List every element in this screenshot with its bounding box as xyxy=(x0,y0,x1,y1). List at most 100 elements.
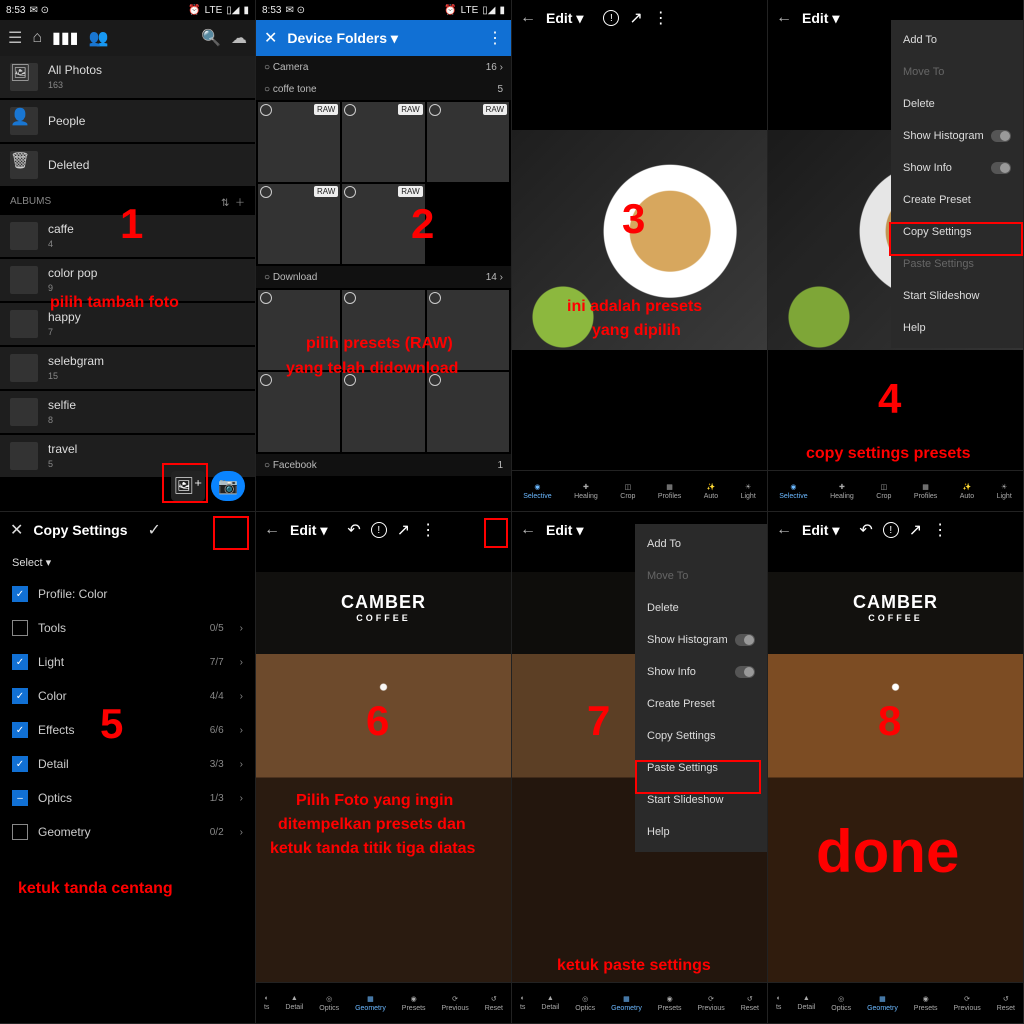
menu-delete[interactable]: Delete xyxy=(891,88,1023,120)
search-icon[interactable]: 🔍 xyxy=(201,28,221,48)
checkbox-on[interactable]: ✓ xyxy=(12,688,28,704)
setting-row[interactable]: ✓Effects6/6› xyxy=(0,713,255,747)
setting-row[interactable]: –Optics1/3› xyxy=(0,781,255,815)
checkbox-on[interactable]: ✓ xyxy=(12,586,28,602)
menu-show-histogram[interactable]: Show Histogram xyxy=(891,120,1023,152)
more-icon[interactable]: ⋮ xyxy=(487,28,503,48)
toggle-off[interactable] xyxy=(991,162,1011,174)
more-icon[interactable]: ⋮ xyxy=(932,520,948,540)
tool-selective[interactable]: ◉Selective xyxy=(523,483,551,500)
tool-effects[interactable]: ◐ts xyxy=(264,995,269,1011)
menu-show-info[interactable]: Show Info xyxy=(891,152,1023,184)
tool-detail[interactable]: ▲Detail xyxy=(541,995,559,1011)
menu-show-info[interactable]: Show Info xyxy=(635,656,767,688)
info-icon[interactable]: ! xyxy=(371,522,387,538)
home-icon[interactable]: ⌂ xyxy=(32,29,42,47)
tool-geometry[interactable]: ▦Geometry xyxy=(611,995,642,1012)
thumb[interactable] xyxy=(427,290,509,370)
tool-healing[interactable]: ✚Healing xyxy=(574,483,598,500)
checkbox-on[interactable]: ✓ xyxy=(12,654,28,670)
menu-help[interactable]: Help xyxy=(635,816,767,848)
menu-add-to[interactable]: Add To xyxy=(891,24,1023,56)
setting-row[interactable]: Geometry0/2› xyxy=(0,815,255,849)
all-photos-row[interactable]: 🖼 All Photos163 xyxy=(0,56,255,98)
menu-create-preset[interactable]: Create Preset xyxy=(635,688,767,720)
close-icon[interactable]: ✕ xyxy=(10,520,23,540)
picker-title[interactable]: Device Folders ▾ xyxy=(287,30,398,47)
menu-show-histogram[interactable]: Show Histogram xyxy=(635,624,767,656)
preview-image[interactable] xyxy=(256,572,511,983)
thumb[interactable]: RAW xyxy=(258,184,340,264)
toggle-off[interactable] xyxy=(991,130,1011,142)
tool-effects[interactable]: ◐ts xyxy=(520,995,525,1011)
toggle-off[interactable] xyxy=(735,634,755,646)
tool-profiles[interactable]: ▦Profiles xyxy=(914,483,937,500)
share-icon[interactable]: ↗ xyxy=(629,8,642,28)
thumb[interactable]: RAW xyxy=(258,102,340,182)
edit-title[interactable]: Edit ▾ xyxy=(802,10,839,27)
album-row[interactable]: selfie8 xyxy=(0,391,255,433)
thumb[interactable]: RAW xyxy=(427,102,509,182)
tool-light[interactable]: ☀Light xyxy=(741,483,756,500)
tool-effects[interactable]: ◐ts xyxy=(776,995,781,1011)
add-album-icon[interactable]: ＋ xyxy=(235,198,245,209)
folder-header[interactable]: ○ coffe tone5 xyxy=(256,78,511,100)
tool-geometry[interactable]: ▦Geometry xyxy=(355,995,386,1012)
setting-row[interactable]: ✓Color4/4› xyxy=(0,679,255,713)
folder-header[interactable]: ○ Camera16 › xyxy=(256,56,511,78)
back-icon[interactable]: ← xyxy=(520,9,536,27)
tool-auto[interactable]: ✨Auto xyxy=(704,483,718,500)
info-icon[interactable]: ! xyxy=(603,10,619,26)
menu-start-slideshow[interactable]: Start Slideshow xyxy=(891,280,1023,312)
edit-title[interactable]: Edit ▾ xyxy=(546,10,583,27)
checkbox-on[interactable]: ✓ xyxy=(12,756,28,772)
library-icon[interactable]: ▮▮▮ xyxy=(52,28,78,48)
info-icon[interactable]: ! xyxy=(883,522,899,538)
more-icon[interactable]: ⋮ xyxy=(653,8,669,28)
tool-reset[interactable]: ↺Reset xyxy=(997,995,1015,1012)
tool-presets[interactable]: ◉Presets xyxy=(658,995,682,1012)
tool-previous[interactable]: ⟳Previous xyxy=(954,995,981,1012)
share-icon[interactable]: ↗ xyxy=(909,520,922,540)
checkbox-off[interactable] xyxy=(12,824,28,840)
back-icon[interactable]: ← xyxy=(520,521,536,539)
setting-row[interactable]: ✓Profile: Color xyxy=(0,577,255,611)
edit-title[interactable]: Edit ▾ xyxy=(802,522,839,539)
back-icon[interactable]: ← xyxy=(776,9,792,27)
thumb[interactable] xyxy=(258,290,340,370)
tool-crop[interactable]: ◫Crop xyxy=(620,483,635,500)
edit-title[interactable]: Edit ▾ xyxy=(290,522,327,539)
tool-geometry[interactable]: ▦Geometry xyxy=(867,995,898,1012)
thumb[interactable] xyxy=(342,290,424,370)
tool-previous[interactable]: ⟳Previous xyxy=(698,995,725,1012)
people-icon[interactable]: 👥 xyxy=(88,28,108,48)
confirm-icon[interactable]: ✓ xyxy=(148,520,161,540)
tool-previous[interactable]: ⟳Previous xyxy=(442,995,469,1012)
share-icon[interactable]: ↗ xyxy=(397,520,410,540)
undo-icon[interactable]: ↶ xyxy=(859,520,872,540)
tool-detail[interactable]: ▲Detail xyxy=(797,995,815,1011)
thumb[interactable] xyxy=(427,372,509,452)
tool-detail[interactable]: ▲Detail xyxy=(285,995,303,1011)
back-icon[interactable]: ← xyxy=(264,521,280,539)
edit-title[interactable]: Edit ▾ xyxy=(546,522,583,539)
camera-button[interactable]: 📷 xyxy=(211,471,245,501)
deleted-row[interactable]: 🗑 Deleted xyxy=(0,144,255,186)
checkbox-off[interactable] xyxy=(12,620,28,636)
undo-icon[interactable]: ↶ xyxy=(347,520,360,540)
menu-icon[interactable]: ☰ xyxy=(8,28,22,48)
menu-help[interactable]: Help xyxy=(891,312,1023,344)
thumb[interactable] xyxy=(342,372,424,452)
menu-copy-settings[interactable]: Copy Settings xyxy=(635,720,767,752)
tool-healing[interactable]: ✚Healing xyxy=(830,483,854,500)
tool-auto[interactable]: ✨Auto xyxy=(960,483,974,500)
back-icon[interactable]: ← xyxy=(776,521,792,539)
tool-presets[interactable]: ◉Presets xyxy=(914,995,938,1012)
setting-row[interactable]: Tools0/5› xyxy=(0,611,255,645)
menu-add-to[interactable]: Add To xyxy=(635,528,767,560)
sort-icon[interactable]: ⇅ xyxy=(221,198,229,209)
tool-reset[interactable]: ↺Reset xyxy=(741,995,759,1012)
menu-delete[interactable]: Delete xyxy=(635,592,767,624)
more-icon[interactable]: ⋮ xyxy=(420,520,436,540)
album-row[interactable]: selebgram15 xyxy=(0,347,255,389)
